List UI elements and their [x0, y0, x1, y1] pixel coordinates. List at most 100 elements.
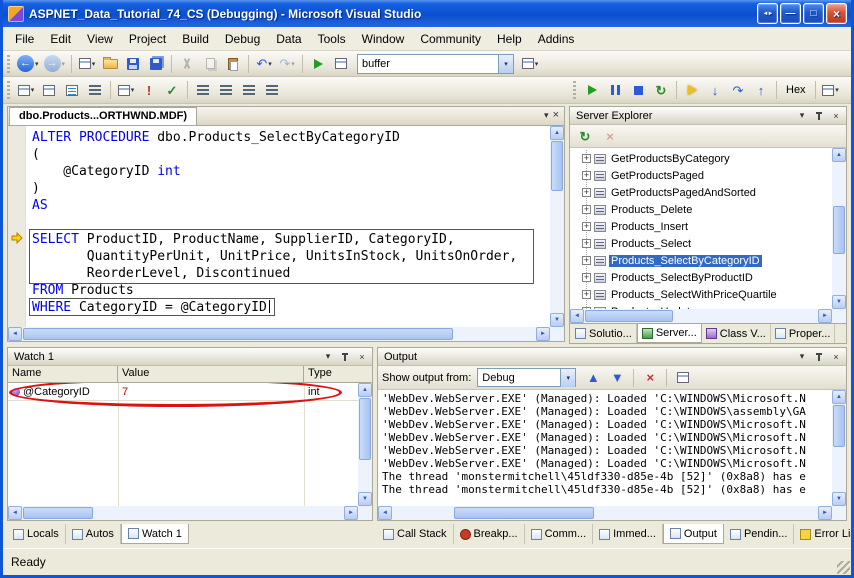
stop-debugging-button[interactable]: [627, 79, 649, 101]
auto-hide-button[interactable]: [812, 350, 826, 363]
toolbar-grip[interactable]: [7, 81, 10, 99]
expand-icon[interactable]: +: [582, 188, 591, 197]
undo-button[interactable]: ↶▾: [253, 53, 275, 75]
left-scroll-button[interactable]: ◄: [8, 327, 22, 341]
solution-explorer-button[interactable]: [330, 53, 352, 75]
show-results-pane-button[interactable]: [84, 79, 106, 101]
copy-button[interactable]: [199, 53, 221, 75]
editor-gutter[interactable]: [8, 126, 26, 327]
indent-button[interactable]: [192, 79, 214, 101]
down-scroll-button[interactable]: ▼: [358, 492, 372, 506]
expand-icon[interactable]: +: [582, 222, 591, 231]
column-header-type[interactable]: Type: [304, 366, 372, 383]
paste-button[interactable]: [222, 53, 244, 75]
close-panel-button[interactable]: ×: [829, 350, 843, 363]
scroll-thumb[interactable]: [833, 405, 845, 447]
tree-item-products-select[interactable]: +Products_Select: [570, 235, 832, 252]
toolbar-options-button[interactable]: ◄►: [757, 3, 778, 24]
output-text-area[interactable]: 'WebDev.WebServer.EXE' (Managed): Loaded…: [378, 390, 846, 520]
down-scroll-button[interactable]: ▼: [832, 295, 846, 309]
tab-locals[interactable]: Locals: [7, 524, 66, 544]
step-over-button[interactable]: ↷: [727, 79, 749, 101]
watch-row[interactable]: @CategoryID7int: [8, 383, 358, 401]
toolbar-grip[interactable]: [7, 55, 10, 73]
find-combo-input[interactable]: [358, 56, 498, 72]
scroll-thumb[interactable]: [551, 141, 563, 191]
window-list-button[interactable]: ▾: [76, 53, 98, 75]
tab-proper[interactable]: Proper...: [771, 324, 836, 343]
window-position-button[interactable]: ▾: [795, 109, 809, 122]
comment-button[interactable]: [238, 79, 260, 101]
show-grid-pane-button[interactable]: [38, 79, 60, 101]
toolbar-grip[interactable]: [573, 81, 576, 99]
restart-button[interactable]: ↻: [650, 79, 672, 101]
show-diagram-pane-button[interactable]: ▾: [15, 79, 37, 101]
menu-edit[interactable]: Edit: [42, 29, 79, 49]
tab-breakp[interactable]: Breakp...: [454, 524, 525, 544]
window-position-button[interactable]: ▾: [795, 350, 809, 363]
prev-message-button[interactable]: ▲: [582, 367, 604, 389]
expand-icon[interactable]: +: [582, 273, 591, 282]
watch-vscrollbar[interactable]: ▲▼: [358, 383, 372, 506]
left-scroll-button[interactable]: ◄: [378, 506, 392, 520]
hex-button[interactable]: Hex: [781, 79, 811, 101]
next-message-button[interactable]: ▼: [606, 367, 628, 389]
tab-immed[interactable]: Immed...: [593, 524, 663, 544]
outdent-button[interactable]: [215, 79, 237, 101]
redo-button[interactable]: ↷▾: [276, 53, 298, 75]
open-file-button[interactable]: [99, 53, 121, 75]
show-sql-pane-button[interactable]: [61, 79, 83, 101]
editor-vscrollbar[interactable]: ▲▼: [550, 126, 564, 327]
tree-item-getproductspaged[interactable]: +GetProductsPaged: [570, 167, 832, 184]
tree-item-products-delete[interactable]: +Products_Delete: [570, 201, 832, 218]
tab-autos[interactable]: Autos: [66, 524, 121, 544]
close-button[interactable]: ×: [826, 3, 847, 24]
close-panel-button[interactable]: ×: [829, 109, 843, 122]
expand-icon[interactable]: +: [582, 154, 591, 163]
scroll-thumb[interactable]: [23, 507, 93, 519]
tab-pendin[interactable]: Pendin...: [724, 524, 794, 544]
menu-window[interactable]: Window: [354, 29, 413, 49]
right-scroll-button[interactable]: ►: [818, 309, 832, 323]
tree-item-getproductsbycategory[interactable]: +GetProductsByCategory: [570, 150, 832, 167]
uncomment-button[interactable]: [261, 79, 283, 101]
right-scroll-button[interactable]: ►: [536, 327, 550, 341]
close-panel-button[interactable]: ×: [355, 350, 369, 363]
word-wrap-button[interactable]: [672, 367, 694, 389]
tree-item-products-selectbycategoryid[interactable]: +Products_SelectByCategoryID: [570, 252, 832, 269]
tab-output[interactable]: Output: [663, 524, 724, 544]
tree-item-products-insert[interactable]: +Products_Insert: [570, 218, 832, 235]
tab-call-stack[interactable]: Call Stack: [377, 524, 454, 544]
scroll-thumb[interactable]: [833, 206, 845, 254]
down-scroll-button[interactable]: ▼: [550, 313, 564, 327]
find-combo[interactable]: ▾: [357, 54, 514, 74]
down-scroll-button[interactable]: ▼: [832, 492, 846, 506]
output-source-dropdown[interactable]: ▾: [560, 369, 575, 387]
debug-windows-button[interactable]: ▾: [820, 79, 842, 101]
step-out-button[interactable]: ↑: [750, 79, 772, 101]
scroll-thumb[interactable]: [585, 310, 673, 322]
server-vscrollbar[interactable]: ▲▼: [832, 148, 846, 309]
scroll-thumb[interactable]: [359, 398, 371, 460]
tab-class-v[interactable]: Class V...: [702, 324, 771, 343]
save-button[interactable]: [122, 53, 144, 75]
clear-all-button[interactable]: ×: [639, 367, 661, 389]
expand-icon[interactable]: +: [582, 171, 591, 180]
stop-refresh-button[interactable]: ×: [599, 125, 621, 147]
column-header-value[interactable]: Value: [118, 366, 304, 383]
step-into-button[interactable]: ↓: [704, 79, 726, 101]
scroll-thumb[interactable]: [454, 507, 594, 519]
refresh-button[interactable]: ↻: [574, 125, 596, 147]
expand-icon[interactable]: +: [582, 290, 591, 299]
tab-server[interactable]: Server...: [637, 324, 702, 343]
run-query-button[interactable]: !: [138, 79, 160, 101]
find-combo-dropdown[interactable]: ▾: [498, 55, 513, 73]
tab-watch-1[interactable]: Watch 1: [121, 524, 189, 544]
left-scroll-button[interactable]: ◄: [8, 506, 22, 520]
up-scroll-button[interactable]: ▲: [550, 126, 564, 140]
verify-sql-button[interactable]: ✓: [161, 79, 183, 101]
expand-icon[interactable]: +: [582, 205, 591, 214]
tab-comm[interactable]: Comm...: [525, 524, 594, 544]
find-button[interactable]: ▾: [519, 53, 541, 75]
break-all-button[interactable]: [604, 79, 626, 101]
